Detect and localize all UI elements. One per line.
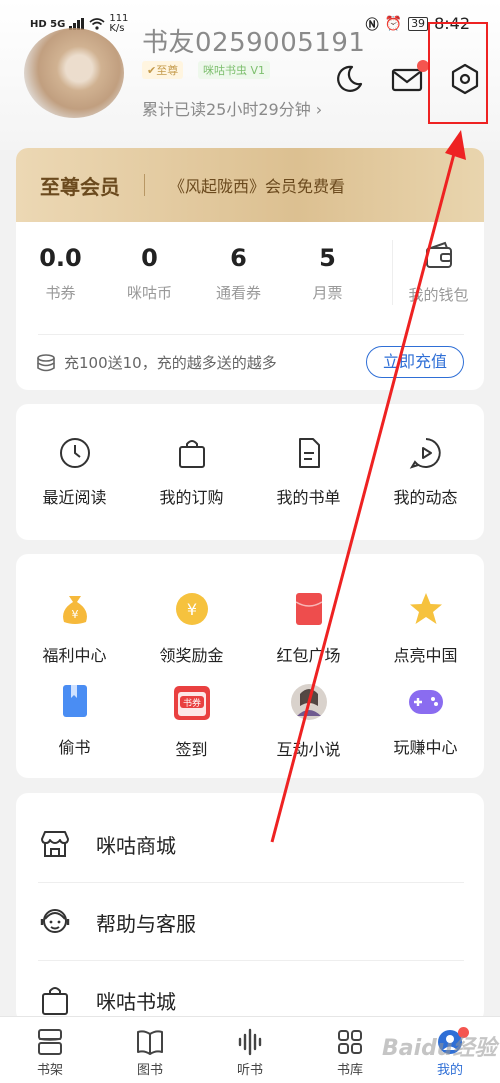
net-speed: 111 K/s xyxy=(109,13,129,34)
stat-monthly-ticket[interactable]: 5 月票 xyxy=(283,244,372,303)
customer-service-icon xyxy=(40,909,70,933)
welfare-label: 点亮中国 xyxy=(393,646,458,665)
stat-label: 月票 xyxy=(312,284,343,302)
menu-label: 帮助与客服 xyxy=(96,911,196,936)
watermark: Baidu经验 xyxy=(382,1036,497,1061)
clock-icon xyxy=(59,438,90,468)
welfare-label: 签到 xyxy=(175,740,208,759)
svg-text:¥: ¥ xyxy=(71,608,78,621)
menu-label: 咪咕书城 xyxy=(96,989,176,1014)
vip-banner[interactable]: 至尊会员 《风起陇西》会员免费看 xyxy=(16,148,484,222)
nfc-icon: Ⓝ xyxy=(365,18,379,33)
star-icon xyxy=(409,593,442,624)
stat-book-coupon[interactable]: 0.0 书券 xyxy=(16,244,105,303)
stat-value: 5 xyxy=(319,244,336,272)
quick-actions-card: 最近阅读 我的订购 我的书单 我的动态 xyxy=(16,404,484,540)
network-indicator: HD 5G xyxy=(30,18,66,30)
read-time[interactable]: 累计已读25小时29分钟 › xyxy=(142,96,322,120)
welfare-card: ¥ 福利中心 ¥ 领奖励金 红包广场 点亮中国 偷书 书券 签到 互动小说 玩赚… xyxy=(16,554,484,778)
avatar[interactable] xyxy=(24,28,124,118)
stat-label: 通看券 xyxy=(215,284,261,302)
my-wallet[interactable]: 我的钱包 xyxy=(392,240,484,305)
vip-badge: ✔至尊 xyxy=(142,61,184,79)
open-book-icon xyxy=(137,1030,163,1055)
shopping-bag-icon xyxy=(42,987,68,1015)
welfare-label: 红包广场 xyxy=(276,646,341,665)
welfare-interactive-novel[interactable]: 互动小说 xyxy=(250,682,367,760)
vip-card: 至尊会员 《风起陇西》会员免费看 0.0 书券 0 咪咕币 6 通看券 5 月票… xyxy=(16,148,484,390)
action-label: 我的动态 xyxy=(393,488,458,507)
stat-label: 书券 xyxy=(45,284,76,302)
action-my-orders[interactable]: 我的订购 xyxy=(133,436,250,508)
vip-title: 至尊会员 xyxy=(40,174,120,199)
nav-books[interactable]: 图书 xyxy=(100,1017,200,1083)
welfare-steal-book[interactable]: 偷书 xyxy=(16,682,133,758)
battery-indicator: 39 xyxy=(408,16,429,31)
coins-stack-icon xyxy=(37,353,55,371)
welfare-label: 偷书 xyxy=(58,738,91,757)
welfare-center[interactable]: ¥ 福利中心 xyxy=(16,590,133,666)
checkin-calendar-icon: 书券 xyxy=(173,686,210,720)
welfare-light-china[interactable]: 点亮中国 xyxy=(367,590,484,666)
nav-bookshelf[interactable]: 书架 xyxy=(0,1017,100,1083)
welfare-label: 玩赚中心 xyxy=(393,738,458,757)
welfare-game-center[interactable]: 玩赚中心 xyxy=(367,682,484,758)
vip-separator xyxy=(144,174,145,196)
recharge-button[interactable]: 立即充值 xyxy=(366,346,464,378)
alarm-icon: ⏰ xyxy=(384,15,403,32)
menu-card: 咪咕商城 帮助与客服 咪咕书城 xyxy=(16,793,484,1023)
bookshelf-icon xyxy=(38,1029,62,1055)
menu-label: 咪咕商城 xyxy=(96,833,176,858)
menu-help-service[interactable]: 帮助与客服 xyxy=(16,883,484,961)
welfare-label: 领奖励金 xyxy=(159,646,224,665)
checkin-badge-text: 书券 xyxy=(182,697,200,709)
wallet-icon xyxy=(425,241,452,268)
nav-label: 听书 xyxy=(236,1063,263,1078)
stat-value: 0 xyxy=(141,244,158,272)
wallet-label: 我的钱包 xyxy=(408,286,469,304)
annotation-highlight-box xyxy=(428,22,488,124)
action-label: 我的书单 xyxy=(276,488,341,507)
gamepad-icon xyxy=(408,690,443,714)
stat-value: 0.0 xyxy=(39,244,82,272)
bag-icon xyxy=(178,440,205,468)
grid-icon xyxy=(338,1030,362,1054)
recharge-promo: 充100送10，充的越多送的越多 xyxy=(36,352,277,373)
book-icon xyxy=(62,685,87,717)
stat-value: 6 xyxy=(230,244,247,272)
level-badge: 咪咕书虫 V1 xyxy=(198,61,271,79)
red-envelope-icon xyxy=(295,593,322,625)
novel-avatar-icon xyxy=(290,684,327,720)
audio-wave-icon xyxy=(238,1028,262,1056)
svg-text:¥: ¥ xyxy=(186,600,196,619)
vip-promo: 《风起陇西》会员免费看 xyxy=(169,177,346,196)
welfare-red-envelope[interactable]: 红包广场 xyxy=(250,590,367,666)
stat-migu-coin[interactable]: 0 咪咕币 xyxy=(105,244,194,303)
money-bag-icon: ¥ xyxy=(62,596,87,624)
document-icon xyxy=(298,438,320,468)
night-mode-moon-icon[interactable] xyxy=(332,62,366,96)
wifi-icon xyxy=(89,18,105,30)
stat-all-access-coupon[interactable]: 6 通看券 xyxy=(194,244,283,303)
menu-migu-store[interactable]: 咪咕商城 xyxy=(16,805,484,883)
action-recent-reading[interactable]: 最近阅读 xyxy=(16,436,133,508)
welfare-reward[interactable]: ¥ 领奖励金 xyxy=(133,590,250,666)
welfare-label: 福利中心 xyxy=(42,646,107,665)
yuan-coin-icon: ¥ xyxy=(175,593,208,625)
store-icon xyxy=(41,831,69,857)
divider xyxy=(38,334,464,335)
action-my-activity[interactable]: 我的动态 xyxy=(367,436,484,508)
play-bubble-icon xyxy=(409,438,441,469)
recharge-text: 充100送10，充的越多送的越多 xyxy=(64,354,277,372)
action-my-booklist[interactable]: 我的书单 xyxy=(250,436,367,508)
action-label: 我的订购 xyxy=(159,488,224,507)
nav-label: 图书 xyxy=(136,1063,163,1078)
nav-audiobooks[interactable]: 听书 xyxy=(200,1017,300,1083)
nav-label: 书架 xyxy=(36,1063,63,1078)
stat-label: 咪咕币 xyxy=(126,284,172,302)
username[interactable]: 书友0259005191 xyxy=(142,22,365,59)
action-label: 最近阅读 xyxy=(42,488,107,507)
welfare-label: 互动小说 xyxy=(276,740,341,759)
welfare-checkin[interactable]: 书券 签到 xyxy=(133,682,250,760)
